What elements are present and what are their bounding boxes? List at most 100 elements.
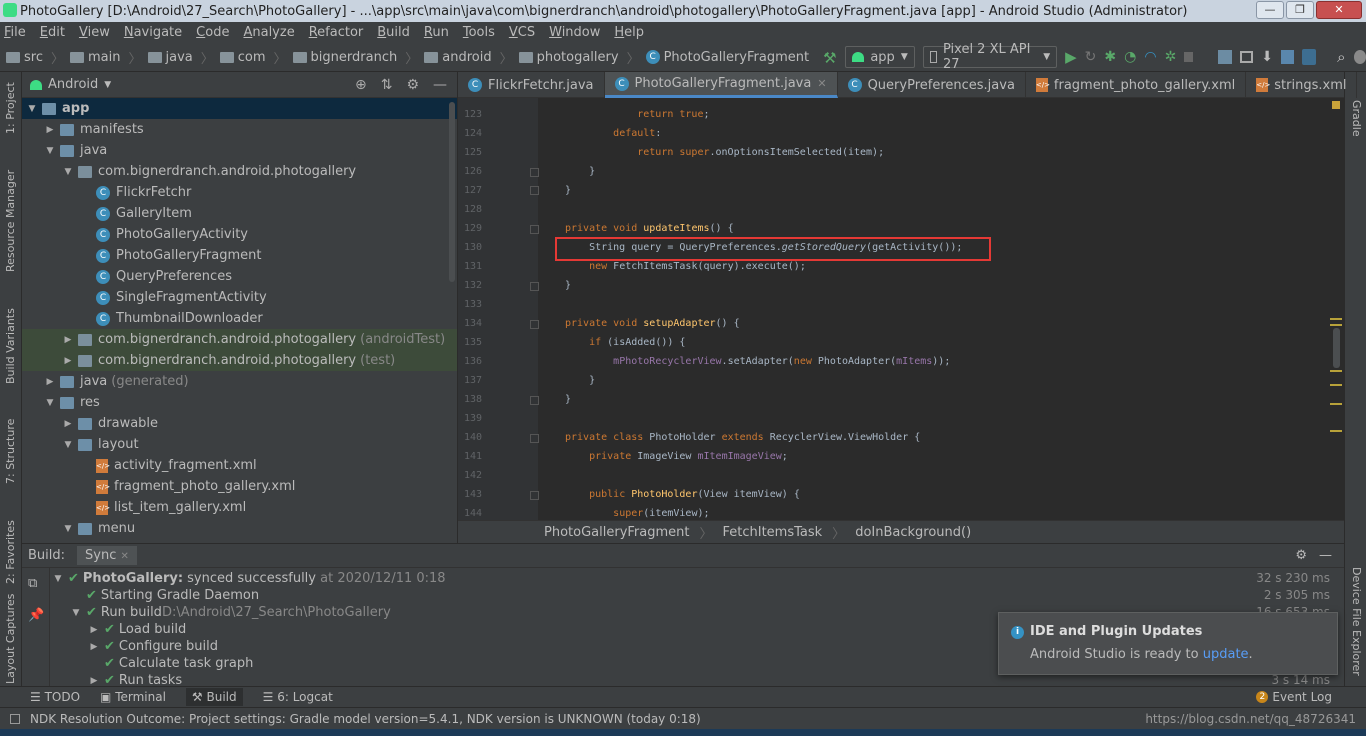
profile-icon[interactable]: ◔ (1124, 49, 1136, 65)
expanded-arrow-icon[interactable]: ▼ (26, 104, 38, 114)
collapse-all-icon[interactable]: ⇅ (381, 77, 393, 93)
breadcrumb-item[interactable]: photogallery 〉 (518, 48, 640, 67)
terminal-tab[interactable]: ▣ Terminal (100, 690, 166, 704)
menu-run[interactable]: Run (424, 25, 449, 40)
tree-item[interactable]: C PhotoGalleryFragment (22, 245, 457, 266)
build-tree-item[interactable]: ▶ ✔ Load build (88, 621, 187, 638)
collapsed-arrow-icon[interactable]: ▶ (62, 356, 74, 366)
chevron-down-icon[interactable]: ▼ (104, 80, 111, 90)
pin-icon[interactable]: 📌 (28, 608, 44, 623)
menu-tools[interactable]: Tools (463, 25, 495, 40)
error-stripe-mark[interactable] (1330, 370, 1342, 372)
sdk-manager2-icon[interactable] (1301, 49, 1316, 65)
breadcrumb-item[interactable]: bignerdranch 〉 (292, 48, 418, 67)
fold-marker[interactable] (530, 434, 539, 443)
fold-marker[interactable] (530, 282, 539, 291)
account-icon[interactable] (1353, 50, 1366, 64)
breadcrumb-item[interactable]: C PhotoGalleryFragment (645, 50, 809, 65)
menu-build[interactable]: Build (377, 25, 410, 40)
expanded-arrow-icon[interactable]: ▼ (70, 608, 82, 618)
todo-tab[interactable]: ☰ TODO (30, 690, 80, 704)
breadcrumb-item[interactable]: src 〉 (6, 48, 64, 67)
build-tree-item[interactable]: ▼ ✔ Run build D:\Android\27_Search\PhotoGa… (70, 604, 391, 621)
tree-item[interactable]: ▶ com.bignerdranch.android.photogallery (t… (22, 350, 457, 371)
build-tree-item[interactable]: ✔ Starting Gradle Daemon (70, 587, 259, 604)
restart-icon[interactable]: ⧉ (28, 576, 37, 591)
breadcrumb-class[interactable]: PhotoGalleryFragment (544, 525, 689, 540)
update-link[interactable]: update (1203, 647, 1249, 662)
device-file-explorer-tab[interactable]: Device File Explorer (1350, 567, 1363, 676)
error-stripe-mark[interactable] (1330, 384, 1342, 386)
profiler-icon[interactable]: ◠ (1144, 49, 1156, 65)
minimize-button[interactable]: — (1256, 1, 1284, 19)
tree-item[interactable]: C SingleFragmentActivity (22, 287, 457, 308)
menu-edit[interactable]: Edit (40, 25, 65, 40)
menu-file[interactable]: File (4, 25, 26, 40)
error-stripe-mark[interactable] (1330, 318, 1342, 320)
project-view-select[interactable]: Android (48, 77, 98, 92)
editor-tab[interactable]: </> fragment_photo_gallery.xml (1026, 72, 1247, 98)
update-notification[interactable]: i IDE and Plugin Updates Android Studio … (998, 612, 1338, 675)
tree-item[interactable]: ▼ menu (22, 518, 457, 539)
build-variants-tab[interactable]: Build Variants (4, 308, 17, 384)
editor-tab[interactable]: C FlickrFetchr.java (458, 72, 605, 98)
fold-marker[interactable] (530, 491, 539, 500)
tree-item[interactable]: C QueryPreferences (22, 266, 457, 287)
attach-debugger-icon[interactable]: ✲ (1165, 49, 1177, 65)
menu-navigate[interactable]: Navigate (124, 25, 182, 40)
project-tool-tab[interactable]: 1: Project (4, 82, 17, 134)
collapsed-arrow-icon[interactable]: ▶ (62, 335, 74, 345)
menu-help[interactable]: Help (614, 25, 644, 40)
project-scrollbar[interactable] (449, 102, 455, 282)
error-stripe-mark[interactable] (1330, 430, 1342, 432)
maximize-button[interactable]: ❐ (1286, 1, 1314, 19)
gradle-tab[interactable]: Gradle (1350, 100, 1363, 137)
sync-project-icon[interactable] (1218, 50, 1233, 64)
tree-item[interactable]: ▶ com.bignerdranch.android.photogallery (a… (22, 329, 457, 350)
sdk-manager-icon[interactable]: ⬇ (1261, 49, 1273, 65)
editor-tab[interactable]: </> strings.xml (1246, 72, 1358, 98)
menu-window[interactable]: Window (549, 25, 600, 40)
expanded-arrow-icon[interactable]: ▼ (62, 440, 74, 450)
stop-icon[interactable] (1184, 52, 1194, 62)
layout-captures-tab[interactable]: Layout Captures (4, 594, 17, 684)
expanded-arrow-icon[interactable]: ▼ (62, 167, 74, 177)
tree-item[interactable]: ▶ drawable (22, 413, 457, 434)
fold-marker[interactable] (530, 320, 539, 329)
sync-tab[interactable]: Sync ✕ (77, 546, 137, 565)
breadcrumb-inner-class[interactable]: FetchItemsTask (723, 525, 823, 540)
menu-view[interactable]: View (79, 25, 110, 40)
collapsed-arrow-icon[interactable]: ▶ (88, 625, 100, 635)
collapsed-arrow-icon[interactable]: ▶ (88, 676, 100, 686)
code-editor[interactable]: 123 return true; 124 default: 125 return s… (458, 98, 1344, 520)
expanded-arrow-icon[interactable]: ▼ (62, 524, 74, 534)
breadcrumb-item[interactable]: android 〉 (424, 48, 513, 67)
avd-manager-icon[interactable] (1240, 51, 1254, 63)
search-icon[interactable]: ⌕ (1337, 48, 1345, 66)
tree-item[interactable]: C FlickrFetchr (22, 182, 457, 203)
run-icon[interactable]: ▶ (1065, 48, 1077, 66)
close-tab-icon[interactable]: ✕ (817, 77, 826, 90)
fold-marker[interactable] (530, 396, 539, 405)
collapsed-arrow-icon[interactable]: ▶ (88, 642, 100, 652)
tree-item[interactable]: ▶ java (generated) (22, 371, 457, 392)
tree-item[interactable]: ▼ layout (22, 434, 457, 455)
close-button[interactable]: ✕ (1316, 1, 1362, 19)
tree-item[interactable]: ▼ res (22, 392, 457, 413)
tree-item[interactable]: ▼ app (22, 98, 457, 119)
error-stripe-mark[interactable] (1330, 403, 1342, 405)
fold-marker[interactable] (530, 225, 539, 234)
editor-tab[interactable]: C QueryPreferences.java (838, 72, 1026, 98)
tree-item[interactable]: C ThumbnailDownloader (22, 308, 457, 329)
event-log-tab[interactable]: 2 Event Log (1256, 690, 1332, 704)
structure-tab[interactable]: 7: Structure (4, 419, 17, 484)
expanded-arrow-icon[interactable]: ▼ (44, 398, 56, 408)
hide-icon[interactable]: — (1319, 548, 1332, 563)
tree-item[interactable]: ▶ manifests (22, 119, 457, 140)
breadcrumb-item[interactable]: main 〉 (70, 48, 142, 67)
breadcrumb-item[interactable]: java 〉 (147, 48, 214, 67)
tree-item[interactable]: </> list_item_gallery.xml (22, 497, 457, 518)
resource-manager-tab[interactable]: Resource Manager (4, 170, 17, 272)
build-tab[interactable]: ⚒ Build (185, 688, 243, 706)
tree-item[interactable]: ▼ com.bignerdranch.android.photogallery (22, 161, 457, 182)
